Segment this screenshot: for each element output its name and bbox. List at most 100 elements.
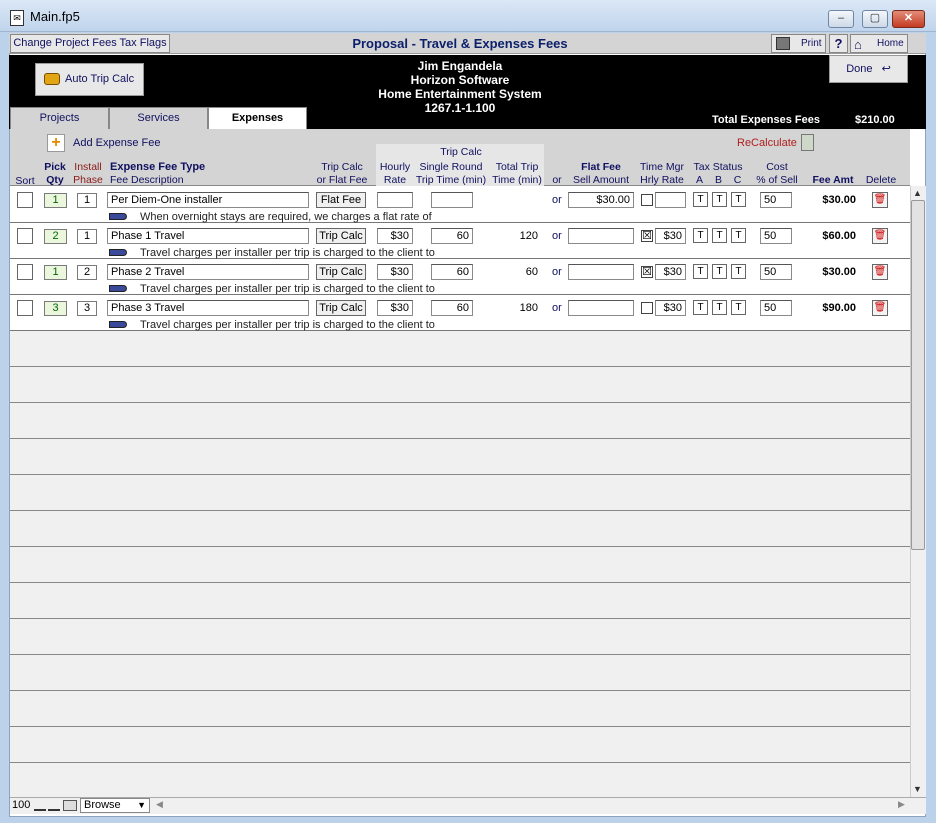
pick-qty-field[interactable]: 3: [44, 301, 67, 316]
time-mgr-checkbox[interactable]: [641, 302, 653, 314]
trip-calc-button[interactable]: Trip Calc: [316, 300, 366, 316]
hourly-rate-field[interactable]: $30: [377, 300, 413, 316]
col-trip-calc-group: Trip Calc: [440, 146, 482, 158]
tab-projects[interactable]: Projects: [10, 107, 109, 129]
single-trip-time-field[interactable]: 60: [431, 300, 473, 316]
time-mgr-rate-field[interactable]: $30: [655, 264, 686, 280]
close-button[interactable]: ✕: [892, 10, 925, 28]
tax-a-toggle[interactable]: T: [693, 228, 708, 243]
hourly-rate-field[interactable]: $30: [377, 228, 413, 244]
flat-fee-button[interactable]: Flat Fee: [316, 192, 366, 208]
time-mgr-rate-field[interactable]: $30: [655, 300, 686, 316]
pick-qty-field[interactable]: 2: [44, 229, 67, 244]
install-phase-field[interactable]: 1: [77, 229, 97, 244]
pencil-icon[interactable]: [109, 285, 127, 292]
done-button[interactable]: Done ↩: [829, 55, 908, 83]
tax-a-toggle[interactable]: T: [693, 192, 708, 207]
expense-type-field[interactable]: Per Diem-One installer: [107, 192, 309, 208]
trash-icon[interactable]: 🗑: [872, 192, 888, 208]
expense-type-field[interactable]: Phase 3 Travel: [107, 300, 309, 316]
col-total-1: Total Trip: [495, 161, 539, 173]
scrollbar-thumb[interactable]: [911, 200, 925, 550]
zoom-in-icon[interactable]: [48, 799, 60, 811]
empty-row: [10, 619, 910, 655]
flat-fee-sell-field[interactable]: [568, 300, 634, 316]
pick-qty-field[interactable]: 1: [44, 265, 67, 280]
flat-fee-sell-field[interactable]: $30.00: [568, 192, 634, 208]
sort-checkbox[interactable]: [17, 228, 33, 244]
hourly-rate-field[interactable]: $30: [377, 264, 413, 280]
zoom-out-icon[interactable]: [34, 801, 46, 811]
flat-fee-sell-field[interactable]: [568, 264, 634, 280]
expense-type-field[interactable]: Phase 2 Travel: [107, 264, 309, 280]
tax-b-toggle[interactable]: T: [712, 228, 727, 243]
install-phase-field[interactable]: 3: [77, 301, 97, 316]
single-trip-time-field[interactable]: 60: [431, 264, 473, 280]
col-tax-c: C: [733, 174, 742, 186]
calculator-icon[interactable]: [801, 134, 814, 151]
col-or: or: [552, 174, 562, 186]
scroll-right-icon[interactable]: ▶: [898, 799, 905, 810]
print-button[interactable]: Print: [771, 34, 826, 53]
help-button[interactable]: ?: [829, 34, 848, 53]
pencil-icon[interactable]: [109, 321, 127, 328]
flat-fee-sell-field[interactable]: [568, 228, 634, 244]
auto-trip-calc-button[interactable]: Auto Trip Calc: [35, 63, 144, 96]
trash-icon[interactable]: 🗑: [872, 228, 888, 244]
hourly-rate-field[interactable]: [377, 192, 413, 208]
tab-expenses[interactable]: Expenses: [208, 107, 307, 130]
recalculate-link[interactable]: ReCalculate: [737, 137, 797, 149]
col-hourly-2: Rate: [383, 174, 407, 186]
tax-a-toggle[interactable]: T: [693, 300, 708, 315]
add-expense-fee-link[interactable]: Add Expense Fee: [73, 137, 160, 149]
time-mgr-checkbox[interactable]: [641, 194, 653, 206]
expense-type-field[interactable]: Phase 1 Travel: [107, 228, 309, 244]
cost-percent-field[interactable]: 50: [760, 192, 792, 208]
time-mgr-rate-field[interactable]: $30: [655, 228, 686, 244]
or-label: or: [552, 266, 562, 278]
install-phase-field[interactable]: 2: [77, 265, 97, 280]
sort-checkbox[interactable]: [17, 264, 33, 280]
zoom-level[interactable]: 100: [12, 799, 30, 811]
tax-c-toggle[interactable]: T: [731, 300, 746, 315]
tax-c-toggle[interactable]: T: [731, 228, 746, 243]
single-trip-time-field[interactable]: 60: [431, 228, 473, 244]
cost-percent-field[interactable]: 50: [760, 264, 792, 280]
printer-icon: [776, 37, 790, 50]
tax-b-toggle[interactable]: T: [712, 300, 727, 315]
time-mgr-checkbox[interactable]: ☒: [641, 230, 653, 242]
tab-services[interactable]: Services: [109, 107, 208, 129]
or-label: or: [552, 194, 562, 206]
mode-select[interactable]: Browse ▼: [80, 798, 150, 813]
scroll-up-icon[interactable]: ▲: [913, 188, 922, 198]
cost-percent-field[interactable]: 50: [760, 300, 792, 316]
pencil-icon[interactable]: [109, 213, 127, 220]
sort-checkbox[interactable]: [17, 300, 33, 316]
pick-qty-field[interactable]: 1: [44, 193, 67, 208]
pencil-icon[interactable]: [109, 249, 127, 256]
trash-icon[interactable]: 🗑: [872, 300, 888, 316]
time-mgr-rate-field[interactable]: [655, 192, 686, 208]
trip-calc-button[interactable]: Trip Calc: [316, 264, 366, 280]
cost-percent-field[interactable]: 50: [760, 228, 792, 244]
tax-c-toggle[interactable]: T: [731, 192, 746, 207]
tax-b-toggle[interactable]: T: [712, 192, 727, 207]
scroll-down-icon[interactable]: ▼: [913, 784, 922, 794]
trip-calc-button[interactable]: Trip Calc: [316, 228, 366, 244]
tax-a-toggle[interactable]: T: [693, 264, 708, 279]
home-button[interactable]: ⌂ Home: [850, 34, 908, 53]
status-area-icon[interactable]: [63, 800, 77, 811]
scroll-left-icon[interactable]: ◀: [156, 799, 163, 810]
change-tax-flags-button[interactable]: Change Project Fees Tax Flags: [10, 34, 170, 53]
minimize-button[interactable]: –: [828, 10, 854, 28]
tax-b-toggle[interactable]: T: [712, 264, 727, 279]
time-mgr-checkbox[interactable]: ☒: [641, 266, 653, 278]
single-trip-time-field[interactable]: [431, 192, 473, 208]
tax-c-toggle[interactable]: T: [731, 264, 746, 279]
sort-checkbox[interactable]: [17, 192, 33, 208]
install-phase-field[interactable]: 1: [77, 193, 97, 208]
add-icon[interactable]: +: [47, 134, 65, 152]
col-tax-status: Tax Status: [693, 161, 743, 173]
maximize-button[interactable]: ▢: [862, 10, 888, 28]
trash-icon[interactable]: 🗑: [872, 264, 888, 280]
